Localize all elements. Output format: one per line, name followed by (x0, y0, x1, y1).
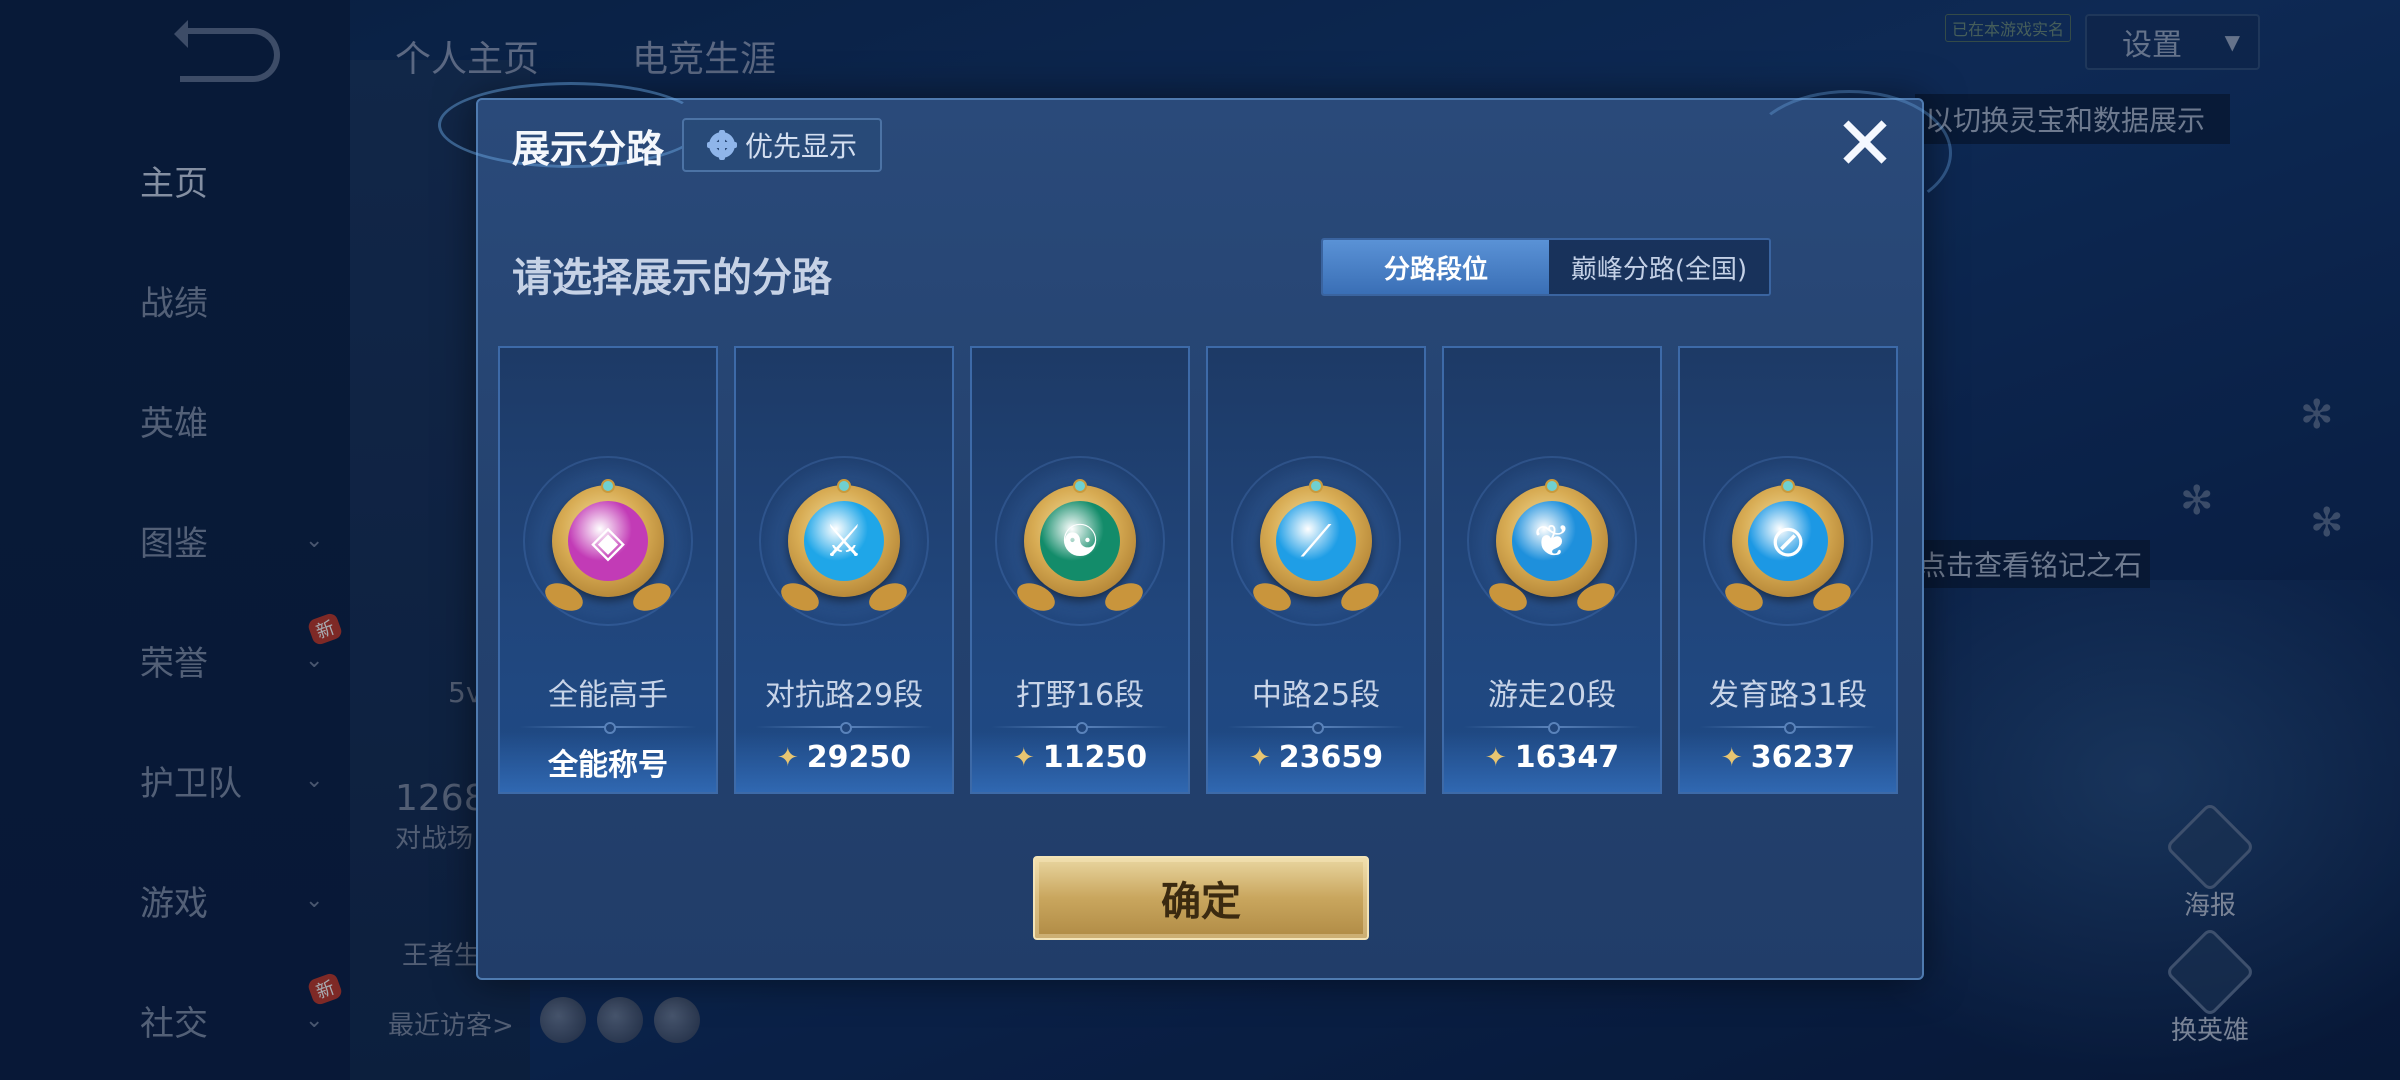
lane-glyph-icon: ◈ (568, 501, 648, 581)
lane-emblem: ☯ (995, 456, 1165, 626)
lane-card[interactable]: ⟋ 中路25段 ✦ 23659 (1206, 346, 1426, 794)
lane-card[interactable]: ◈ 全能高手全能称号 (498, 346, 718, 794)
lane-card[interactable]: ☯ 打野16段 ✦ 11250 (970, 346, 1190, 794)
lane-card-title: 发育路31段 (1708, 678, 1868, 713)
lane-card-value-text: 36237 (1750, 740, 1856, 775)
rank-emblem-icon: ❦ (1484, 479, 1620, 617)
tab-lane-rank[interactable]: 分路段位 (1323, 240, 1549, 294)
priority-display-button[interactable]: 优先显示 (682, 118, 882, 172)
lane-glyph-icon: ⊘ (1748, 501, 1828, 581)
lane-select-prompt: 请选择展示的分路 (512, 255, 832, 301)
close-icon[interactable]: ✕ (1833, 107, 1897, 181)
lane-glyph-icon: ❦ (1512, 501, 1592, 581)
lane-card[interactable]: ⚔ 对抗路29段 ✦ 29250 (734, 346, 954, 794)
confirm-button[interactable]: 确定 (1033, 856, 1369, 940)
lane-card-value: ✦ 16347 (1444, 740, 1660, 775)
lane-emblem: ❦ (1467, 456, 1637, 626)
rank-emblem-icon: ☯ (1012, 479, 1148, 617)
points-icon: ✦ (1012, 742, 1035, 773)
lane-card-value-text: 全能称号 (548, 748, 668, 783)
lane-mode-toggle: 分路段位 巅峰分路(全国) (1321, 238, 1771, 296)
lane-emblem: ⟋ (1231, 456, 1401, 626)
rank-emblem-icon: ◈ (540, 479, 676, 617)
lane-card-title: 全能高手 (548, 678, 668, 713)
lane-card-value-text: 29250 (806, 740, 912, 775)
points-icon: ✦ (1248, 742, 1271, 773)
divider (1228, 722, 1404, 734)
rank-emblem-icon: ⊘ (1720, 479, 1856, 617)
lane-glyph-icon: ⚔ (804, 501, 884, 581)
lane-card-value-text: 11250 (1042, 740, 1148, 775)
divider (1464, 722, 1640, 734)
gear-icon (706, 130, 737, 160)
tab-peak-lane-national[interactable]: 巅峰分路(全国) (1549, 240, 1769, 294)
lane-card-value-text: 23659 (1278, 740, 1384, 775)
rank-emblem-icon: ⚔ (776, 479, 912, 617)
lane-card-title: 打野16段 (1015, 678, 1145, 713)
lane-card-value: 全能称号 (500, 740, 716, 784)
points-icon: ✦ (1484, 742, 1507, 773)
priority-label: 优先显示 (744, 130, 857, 163)
lane-display-dialog: 展示分路 优先显示 ✕ 请选择展示的分路 分路段位 巅峰分路(全国) ◈ 全能高手… (438, 82, 1952, 980)
lane-glyph-icon: ☯ (1040, 501, 1120, 581)
lane-emblem: ⊘ (1703, 456, 1873, 626)
lane-card-title: 对抗路29段 (764, 678, 924, 713)
divider (992, 722, 1168, 734)
lane-card-title: 中路25段 (1251, 678, 1381, 713)
lane-card-value: ✦ 23659 (1208, 740, 1424, 775)
points-icon: ✦ (1720, 742, 1743, 773)
divider (1700, 722, 1876, 734)
lane-card-value: ✦ 29250 (736, 740, 952, 775)
dialog-title: 展示分路 (512, 127, 665, 171)
lane-card[interactable]: ⊘ 发育路31段 ✦ 36237 (1678, 346, 1898, 794)
rank-emblem-icon: ⟋ (1248, 479, 1384, 617)
lane-emblem: ⚔ (759, 456, 929, 626)
points-icon: ✦ (776, 742, 799, 773)
lane-card-list: ◈ 全能高手 全能称号 ⚔ 对抗路29段 ✦ 29250 ☯ 打野16段 ✦ 11250 ⟋ 中路25段… (498, 346, 1898, 794)
lane-emblem: ◈ (523, 456, 693, 626)
lane-card[interactable]: ❦ 游走20段 ✦ 16347 (1442, 346, 1662, 794)
lane-glyph-icon: ⟋ (1276, 501, 1356, 581)
lane-card-value: ✦ 11250 (972, 740, 1188, 775)
lane-card-value-text: 16347 (1514, 740, 1620, 775)
lane-card-title: 游走20段 (1487, 678, 1617, 713)
divider (520, 722, 696, 734)
divider (756, 722, 932, 734)
lane-card-value: ✦ 36237 (1680, 740, 1896, 775)
